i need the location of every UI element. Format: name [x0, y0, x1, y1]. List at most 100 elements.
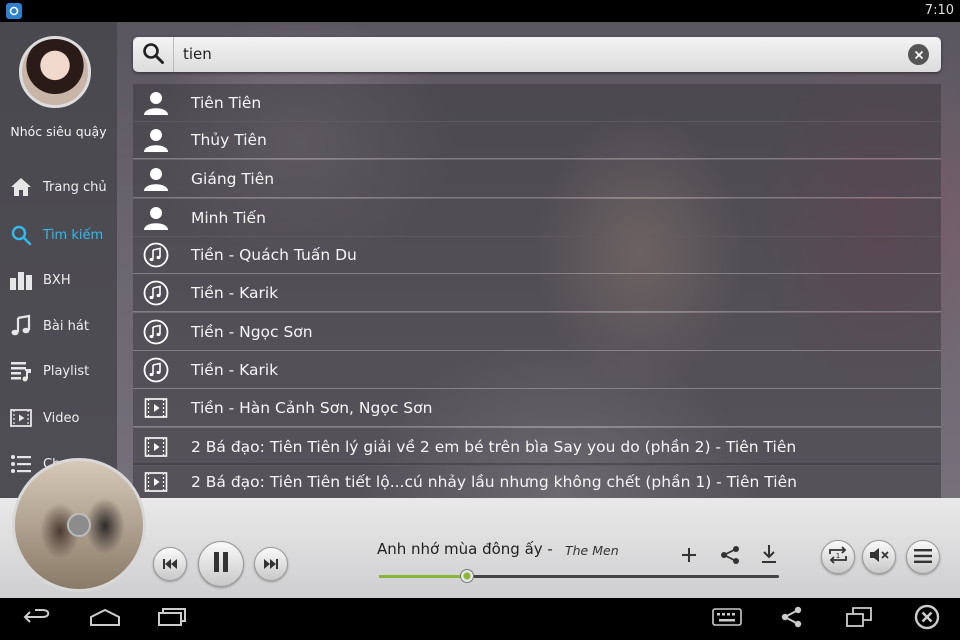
person-icon — [143, 205, 169, 231]
home-icon — [9, 175, 33, 199]
album-art[interactable] — [12, 458, 146, 592]
result-text: Tiên Tiên — [191, 93, 262, 112]
sidebar-item-chart[interactable]: BXH — [0, 262, 117, 298]
window-button[interactable] — [845, 606, 873, 632]
result-text: 2 Bá đạo: Tiên Tiên tiết lộ...cú nhảy lầ… — [191, 472, 797, 491]
clear-search-button[interactable] — [908, 44, 929, 65]
person-icon — [143, 90, 169, 116]
keyboard-button[interactable] — [711, 606, 743, 632]
share-icon — [781, 606, 803, 632]
seek-handle[interactable] — [460, 569, 474, 583]
video-icon — [9, 406, 33, 430]
sidebar-item-home[interactable]: Trang chủ — [0, 169, 117, 205]
result-row-song[interactable]: Tiền - Ngọc Sơn — [133, 313, 941, 351]
result-text: Minh Tiến — [191, 208, 266, 227]
result-row-artist[interactable]: Thủy Tiên — [133, 121, 941, 159]
result-row-artist[interactable]: Tiên Tiên — [133, 84, 941, 122]
sidebar-item-label: Bài hát — [43, 318, 89, 334]
search-icon — [9, 223, 33, 247]
add-button[interactable] — [677, 545, 701, 569]
music-note-icon — [143, 280, 169, 306]
pause-button[interactable] — [198, 541, 244, 587]
result-row-artist[interactable]: Minh Tiến — [133, 199, 941, 237]
keyboard-icon — [712, 608, 742, 630]
next-button[interactable] — [254, 547, 288, 581]
result-row-song[interactable]: Tiền - Karik — [133, 351, 941, 389]
person-icon — [143, 127, 169, 153]
search-button[interactable] — [133, 37, 174, 72]
next-icon — [264, 555, 278, 574]
back-icon — [23, 608, 53, 630]
repeat-one-icon: 1 — [827, 546, 849, 568]
app-icon — [6, 3, 22, 19]
add-icon — [680, 546, 698, 568]
result-row-song[interactable]: Tiền - Karik — [133, 274, 941, 312]
video-icon — [143, 395, 169, 421]
repeat-button[interactable]: 1 — [821, 540, 855, 574]
sidebar-item-playlist[interactable]: Playlist — [0, 353, 117, 389]
pause-icon — [212, 551, 230, 577]
sidebar-item-search[interactable]: Tìm kiếm — [0, 217, 117, 253]
menu-button[interactable] — [906, 540, 940, 574]
home-icon — [89, 608, 121, 630]
sidebar-item-label: Playlist — [43, 363, 90, 379]
music-note-icon — [143, 242, 169, 268]
sidebar-item-label: Trang chủ — [43, 179, 107, 195]
list-icon — [9, 452, 33, 476]
result-text: Tiền - Karik — [191, 360, 279, 379]
recent-apps-button[interactable] — [156, 606, 188, 632]
playlist-icon — [9, 359, 33, 383]
svg-text:1: 1 — [836, 552, 840, 560]
sidebar-item-label: BXH — [43, 272, 71, 288]
result-row-video[interactable]: Tiền - Hàn Cảnh Sơn, Ngọc Sơn — [133, 389, 941, 427]
progress-bar[interactable] — [379, 569, 779, 583]
previous-button[interactable] — [153, 547, 187, 581]
status-bar: 7:10 — [0, 0, 960, 22]
download-icon — [760, 544, 778, 568]
result-row-song[interactable]: Tiền - Quách Tuấn Du — [133, 236, 941, 274]
video-icon — [143, 434, 169, 460]
close-icon — [914, 45, 924, 64]
result-row-video[interactable]: 2 Bá đạo: Tiên Tiên lý giải về 2 em bé t… — [133, 428, 941, 466]
window-icon — [846, 607, 872, 631]
video-icon — [143, 469, 169, 495]
music-note-icon — [9, 314, 33, 338]
download-button[interactable] — [757, 544, 781, 568]
person-icon — [143, 166, 169, 192]
share-button-system[interactable] — [779, 606, 805, 632]
home-button[interactable] — [88, 606, 122, 632]
previous-icon — [163, 555, 177, 574]
sidebar-item-songs[interactable]: Bài hát — [0, 308, 117, 344]
search-bar — [133, 37, 941, 72]
result-text: 2 Bá đạo: Tiên Tiên lý giải về 2 em bé t… — [191, 437, 797, 456]
result-text: Tiền - Ngọc Sơn — [191, 322, 313, 341]
result-row-artist[interactable]: Giáng Tiên — [133, 160, 941, 198]
avatar[interactable] — [19, 36, 91, 108]
share-icon — [720, 545, 740, 569]
close-icon — [914, 604, 940, 634]
music-note-icon — [143, 319, 169, 345]
search-icon — [141, 41, 165, 69]
result-text: Tiền - Quách Tuấn Du — [191, 245, 357, 264]
search-results-list: Tiên Tiên Thủy Tiên Giáng Tiên Minh Tiến… — [133, 84, 941, 498]
mute-button[interactable] — [862, 540, 896, 574]
result-text: Tiền - Karik — [191, 283, 279, 302]
now-playing-title: Anh nhớ mùa đông ấy - — [377, 540, 553, 558]
search-input[interactable] — [183, 43, 883, 65]
recent-apps-icon — [157, 607, 187, 631]
result-text: Giáng Tiên — [191, 169, 275, 188]
close-button[interactable] — [913, 604, 941, 634]
sidebar-item-label: Video — [43, 410, 80, 426]
result-text: Thủy Tiên — [191, 130, 267, 149]
now-playing-artist: The Men — [565, 543, 619, 558]
result-text: Tiền - Hàn Cảnh Sơn, Ngọc Sơn — [191, 398, 433, 417]
music-note-icon — [143, 357, 169, 383]
result-row-video[interactable]: 2 Bá đạo: Tiên Tiên tiết lộ...cú nhảy lầ… — [133, 463, 941, 498]
system-nav-bar — [0, 598, 960, 640]
share-button[interactable] — [718, 545, 742, 569]
sidebar-item-video[interactable]: Video — [0, 400, 117, 436]
username: Nhóc siêu quậy — [10, 124, 107, 139]
back-button[interactable] — [22, 606, 54, 632]
chart-icon — [9, 268, 33, 292]
progress-fill — [379, 575, 467, 578]
